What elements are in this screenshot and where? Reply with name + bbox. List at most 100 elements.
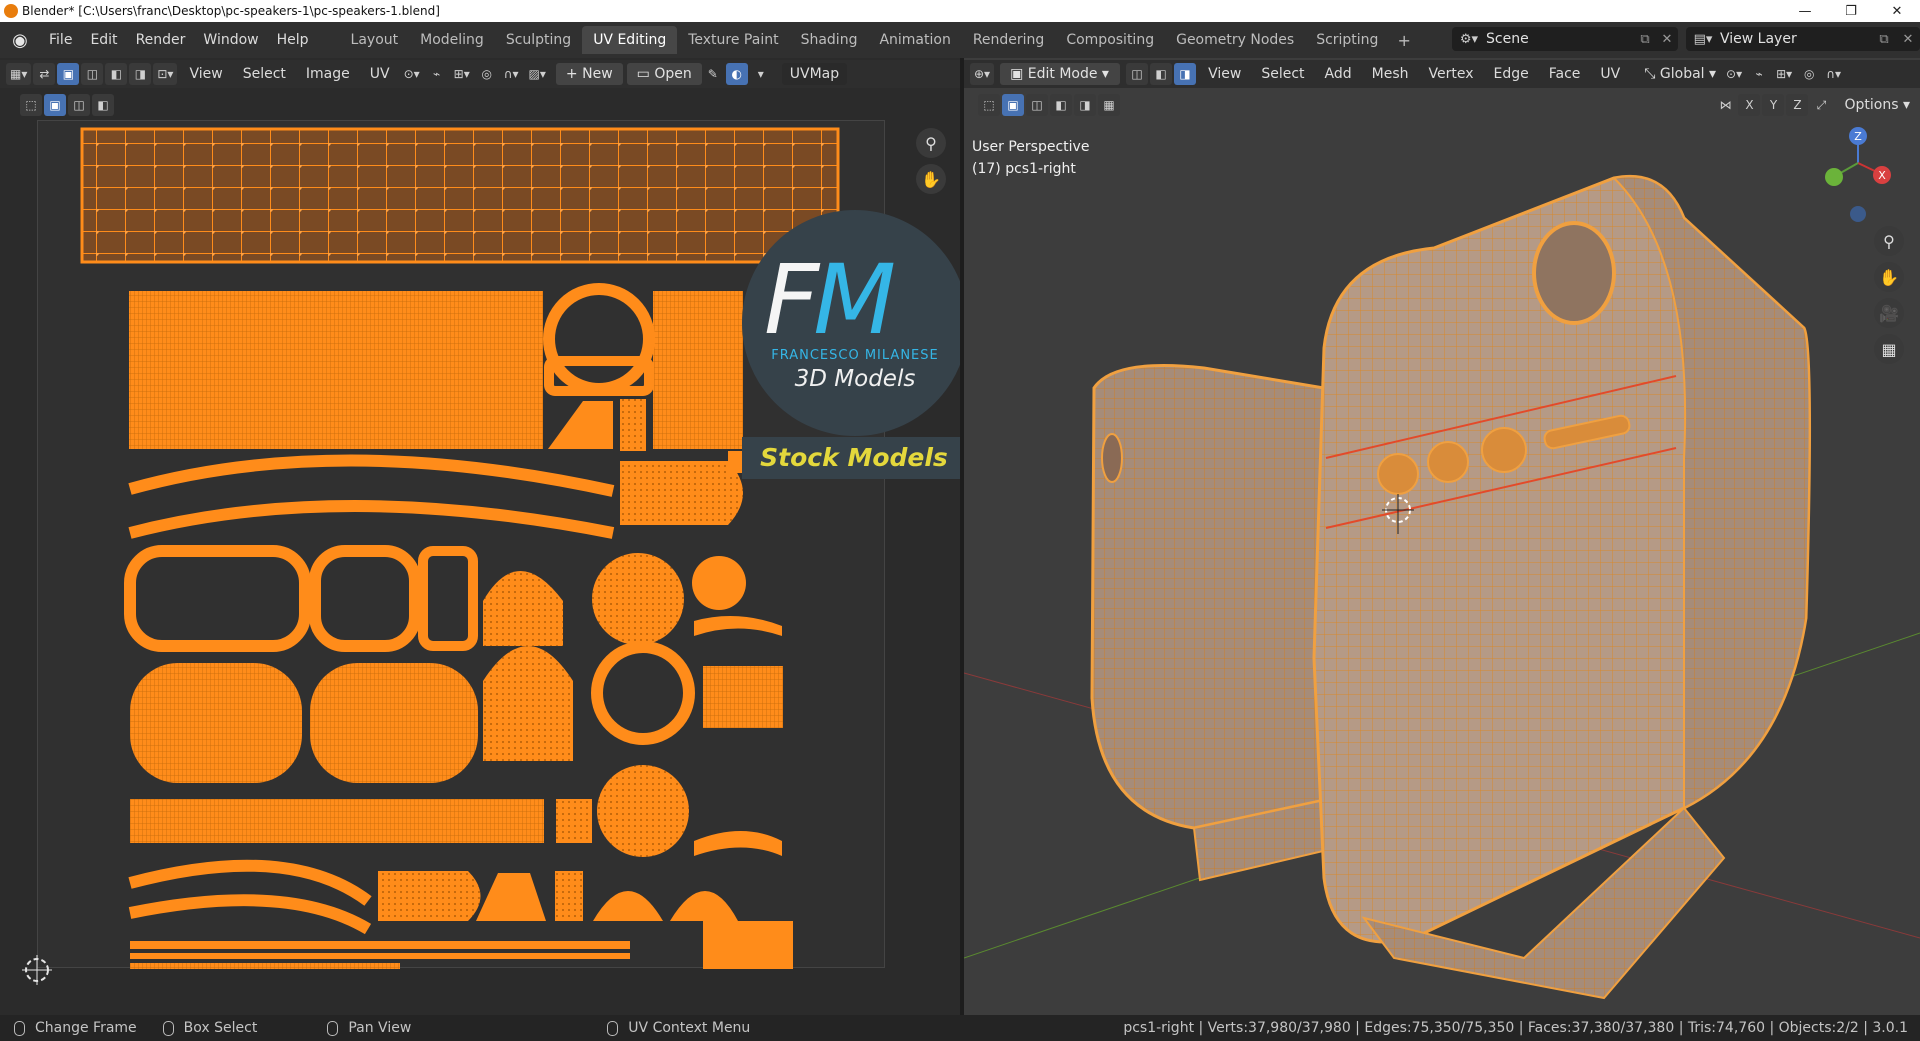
- tab-animation[interactable]: Animation: [868, 26, 961, 54]
- sticky-selection-icon[interactable]: ⊡▾: [153, 63, 178, 85]
- new-image-button[interactable]: + New: [555, 63, 623, 85]
- scene-name[interactable]: Scene: [1486, 31, 1634, 47]
- uv-menu-image[interactable]: Image: [296, 62, 360, 86]
- open-image-button[interactable]: ▭ Open: [626, 63, 702, 85]
- uv-island-sunburst-2: [597, 765, 689, 857]
- blender-logo-icon: [4, 4, 18, 18]
- mouse-drag-icon: [162, 1020, 174, 1036]
- open-image-label: Open: [654, 66, 692, 82]
- menu-file[interactable]: File: [40, 22, 81, 58]
- proportional-edit-icon[interactable]: ◎: [476, 63, 498, 85]
- falloff-icon[interactable]: ∩▾: [500, 63, 523, 85]
- island-select-mode-icon[interactable]: ◨: [129, 63, 152, 85]
- status-uv-context-label: UV Context Menu: [628, 1020, 751, 1036]
- view-layer-name[interactable]: View Layer: [1720, 31, 1872, 47]
- fm-letter-m: M: [813, 244, 896, 356]
- delete-scene-icon[interactable]: ✕: [1656, 32, 1678, 47]
- status-change-frame: Change Frame: [14, 1020, 137, 1036]
- image-browse-icon[interactable]: ▨▾: [525, 63, 550, 85]
- viewport-scene[interactable]: Z X: [964, 58, 1920, 1015]
- tab-compositing[interactable]: Compositing: [1055, 26, 1165, 54]
- tab-uv-editing[interactable]: UV Editing: [582, 26, 678, 54]
- uv-menu-view[interactable]: View: [179, 62, 232, 86]
- vp-pan-icon[interactable]: ✋: [1874, 262, 1904, 292]
- menu-edit[interactable]: Edit: [81, 22, 126, 58]
- fm-watermark-logo: FM FRANCESCO MILANESE 3D Models: [742, 210, 968, 436]
- new-view-layer-icon[interactable]: ⧉: [1872, 32, 1896, 47]
- uv-island-bowtie-1: [694, 616, 782, 636]
- uv-island-wedge-2: [476, 873, 546, 921]
- tab-scripting[interactable]: Scripting: [1305, 26, 1389, 54]
- vp-camera-icon[interactable]: 🎥: [1874, 298, 1904, 328]
- select-tool-icon[interactable]: ⬚: [20, 94, 42, 116]
- menu-help[interactable]: Help: [268, 22, 318, 58]
- uv-islands: [80, 127, 840, 969]
- uv-pan-icon[interactable]: ✋: [916, 164, 946, 194]
- window-controls: — ❐ ✕: [1782, 0, 1920, 22]
- select-new-icon[interactable]: ▣: [44, 94, 66, 116]
- menu-render[interactable]: Render: [127, 22, 195, 58]
- vertex-select-mode-icon[interactable]: ▣: [57, 63, 80, 85]
- vp-zoom-icon[interactable]: ⚲: [1874, 226, 1904, 256]
- minimize-button[interactable]: —: [1782, 0, 1828, 22]
- blender-menu-icon[interactable]: ◉: [0, 22, 40, 58]
- delete-view-layer-icon[interactable]: ✕: [1896, 32, 1920, 47]
- scene-selector[interactable]: ⚙▾ Scene ⧉ ✕: [1452, 27, 1678, 51]
- editor-type-icon[interactable]: ▦▾: [6, 63, 32, 85]
- uv-canvas[interactable]: [37, 120, 885, 969]
- pin-icon[interactable]: ✎: [702, 63, 724, 85]
- uv-island-ring-2: [591, 641, 695, 745]
- snap-target-icon[interactable]: ⊞▾: [450, 63, 474, 85]
- pivot-icon[interactable]: ⊙▾: [400, 63, 424, 85]
- snap-icon[interactable]: ⌁: [426, 63, 448, 85]
- tab-texture-paint[interactable]: Texture Paint: [677, 26, 789, 54]
- select-extend-icon[interactable]: ◫: [68, 94, 90, 116]
- uv-island-block-right: [703, 666, 783, 728]
- vp-perspective-toggle-icon[interactable]: ▦: [1874, 334, 1904, 364]
- tab-shading[interactable]: Shading: [790, 26, 869, 54]
- uvmap-selector[interactable]: UVMap: [781, 63, 848, 85]
- uv-menu-uv[interactable]: UV: [360, 62, 400, 86]
- uv-zoom-icon[interactable]: ⚲: [916, 128, 946, 158]
- overlay-icon[interactable]: ◐: [725, 63, 748, 85]
- tab-geometry-nodes[interactable]: Geometry Nodes: [1165, 26, 1305, 54]
- workspace-tabs: Layout Modeling Sculpting UV Editing Tex…: [340, 22, 1419, 58]
- uv-island-arc-2: [128, 500, 615, 539]
- tab-layout[interactable]: Layout: [340, 26, 410, 54]
- menu-window[interactable]: Window: [194, 22, 267, 58]
- fm-subtitle: 3D Models: [794, 366, 916, 392]
- window-titlebar: Blender* [C:\Users\franc\Desktop\pc-spea…: [0, 0, 1920, 22]
- uv-island-bottom-strip-2: [130, 953, 630, 959]
- uv-island-bowtie-2: [694, 831, 782, 856]
- orientation-gizmo[interactable]: Z X: [1825, 127, 1891, 222]
- uv-island-strip-block-2: [653, 291, 743, 449]
- gizmo-x-label: X: [1878, 169, 1886, 182]
- fm-letters: FM: [764, 244, 896, 356]
- close-button[interactable]: ✕: [1874, 0, 1920, 22]
- uv-sync-selection-icon[interactable]: ⇄: [33, 63, 56, 85]
- add-workspace-button[interactable]: +: [1389, 31, 1418, 50]
- overlay-dropdown-icon[interactable]: ▾: [750, 63, 772, 85]
- fm-letter-f: F: [764, 244, 819, 356]
- uv-island-side-1: [124, 545, 311, 652]
- uv-island-slab-1: [130, 663, 302, 783]
- new-scene-icon[interactable]: ⧉: [1634, 32, 1656, 47]
- right-speaker-tweeter-port: [1532, 221, 1616, 325]
- uv-island-side-2: [309, 545, 421, 652]
- fm-name: FRANCESCO MILANESE: [771, 348, 939, 363]
- view-layer-selector[interactable]: ▤▾ View Layer ⧉ ✕: [1686, 27, 1920, 51]
- uv-island-cone-2: [378, 871, 481, 921]
- new-image-label: New: [582, 66, 613, 82]
- restore-button[interactable]: ❐: [1828, 0, 1874, 22]
- uv-island-arc-1: [128, 454, 615, 497]
- select-subtract-icon[interactable]: ◧: [92, 94, 114, 116]
- edge-select-mode-icon[interactable]: ◫: [81, 63, 104, 85]
- uv-menu-select[interactable]: Select: [233, 62, 296, 86]
- stock-models-badge: Stock Models: [742, 437, 966, 479]
- face-select-mode-icon[interactable]: ◧: [105, 63, 128, 85]
- status-pan-view-label: Pan View: [348, 1020, 412, 1036]
- tab-rendering[interactable]: Rendering: [962, 26, 1056, 54]
- status-uv-context-menu: UV Context Menu: [607, 1020, 750, 1036]
- tab-modeling[interactable]: Modeling: [409, 26, 495, 54]
- tab-sculpting[interactable]: Sculpting: [495, 26, 582, 54]
